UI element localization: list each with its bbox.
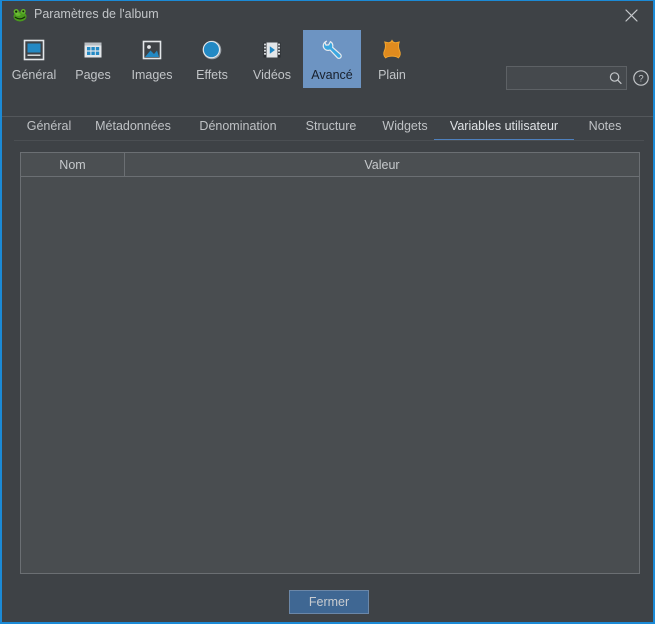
table-header-row: Nom Valeur <box>21 153 639 177</box>
tab-user-variables-label: Variables utilisateur <box>449 119 559 133</box>
search-icon[interactable] <box>604 71 626 86</box>
toolbar-item-videos[interactable]: Vidéos <box>243 30 301 88</box>
tab-bar-underline <box>14 140 644 141</box>
help-question-icon[interactable]: ? <box>632 69 650 87</box>
tab-widgets-label: Widgets <box>382 119 428 133</box>
tab-naming[interactable]: Dénomination <box>186 111 290 141</box>
column-header-name-label: Nom <box>59 157 86 172</box>
search-input[interactable] <box>507 71 604 85</box>
tab-general[interactable]: Général <box>18 111 80 141</box>
toolbar-item-videos-label: Vidéos <box>253 68 291 82</box>
tab-notes-label: Notes <box>588 119 622 133</box>
column-header-name[interactable]: Nom <box>21 153 124 176</box>
search-box[interactable] <box>506 66 627 90</box>
plain-star-icon <box>376 34 408 66</box>
toolbar-item-effects-label: Effets <box>196 68 228 82</box>
tab-user-variables[interactable]: Variables utilisateur <box>434 111 574 141</box>
svg-text:?: ? <box>638 74 643 85</box>
close-icon[interactable] <box>609 1 653 29</box>
toolbar-item-pages[interactable]: Pages <box>64 30 122 88</box>
close-dialog-button[interactable]: Fermer <box>289 590 369 614</box>
album-settings-window: Paramètres de l'album Général Pages Imag… <box>0 0 655 624</box>
toolbar-item-images[interactable]: Images <box>123 30 181 88</box>
toolbar-item-advanced-label: Avancé <box>311 68 353 82</box>
main-toolbar: Général Pages Images Effets Vidéos Avanc… <box>2 29 653 117</box>
window-title: Paramètres de l'album <box>34 7 159 21</box>
settings-tab-bar: Général Métadonnées Dénomination Structu… <box>2 111 653 141</box>
toolbar-item-general-label: Général <box>11 68 57 82</box>
toolbar-item-plain[interactable]: Plain <box>363 30 421 88</box>
tab-notes[interactable]: Notes <box>578 111 632 141</box>
toolbar-item-general[interactable]: Général <box>5 30 63 88</box>
pages-grid-icon <box>77 34 109 66</box>
title-bar[interactable]: Paramètres de l'album <box>2 1 653 29</box>
general-monitor-icon <box>18 34 50 66</box>
toolbar-item-effects[interactable]: Effets <box>183 30 241 88</box>
effects-circle-icon <box>196 34 228 66</box>
tab-metadata-label: Métadonnées <box>95 119 171 133</box>
toolbar-item-pages-label: Pages <box>75 68 111 82</box>
tab-naming-label: Dénomination <box>199 119 277 133</box>
column-header-value-label: Valeur <box>364 157 400 172</box>
tab-structure-label: Structure <box>305 119 357 133</box>
tab-metadata[interactable]: Métadonnées <box>84 111 182 141</box>
toolbar-item-advanced[interactable]: Avancé <box>303 30 361 88</box>
dialog-footer: Fermer <box>2 574 653 621</box>
user-variables-table: Nom Valeur <box>20 152 640 574</box>
toolbar-item-images-label: Images <box>131 68 173 82</box>
images-picture-icon <box>136 34 168 66</box>
tab-widgets[interactable]: Widgets <box>372 111 438 141</box>
toolbar-item-plain-label: Plain <box>378 68 406 82</box>
tab-general-label: Général <box>26 119 72 133</box>
frog-icon <box>12 7 28 23</box>
tab-structure[interactable]: Structure <box>294 111 368 141</box>
advanced-wrench-icon <box>316 34 348 66</box>
table-body-empty[interactable] <box>21 177 639 573</box>
column-header-value[interactable]: Valeur <box>125 153 639 176</box>
videos-filmstrip-icon <box>256 34 288 66</box>
